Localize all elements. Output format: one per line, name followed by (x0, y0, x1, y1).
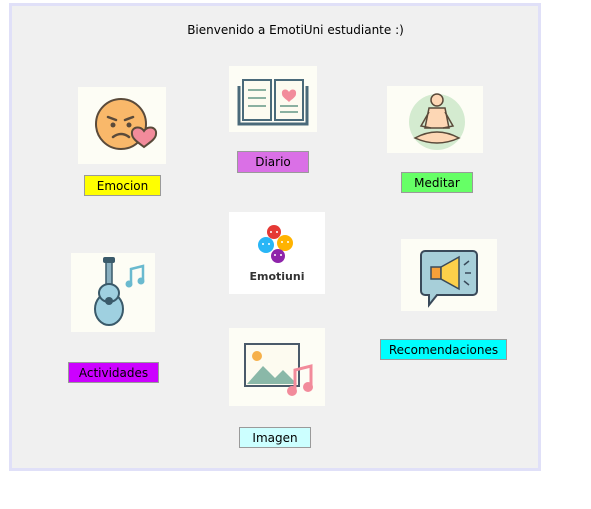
imagen-image (229, 328, 325, 406)
diario-image (229, 66, 317, 132)
meditar-button[interactable]: Meditar (401, 172, 473, 193)
megaphone-icon (420, 250, 478, 308)
guitar-music-note-icon (94, 257, 145, 326)
emocion-image (78, 87, 166, 164)
open-book-heart-icon (237, 79, 309, 126)
diario-button[interactable]: Diario (237, 151, 309, 173)
recomendaciones-image (401, 239, 497, 311)
emocion-button[interactable]: Emocion (84, 175, 161, 196)
actividades-image (71, 253, 155, 332)
recomendaciones-button[interactable]: Recomendaciones (380, 339, 507, 360)
imagen-button[interactable]: Imagen (239, 427, 311, 448)
meditation-person-icon (409, 93, 465, 150)
image-music-note-icon (244, 343, 313, 396)
logo-text: Emotiuni (249, 270, 305, 283)
actividades-button[interactable]: Actividades (68, 362, 159, 383)
emotiuni-logo: Emotiuni (229, 212, 325, 294)
meditar-image (387, 86, 483, 153)
sad-face-heart-icon (95, 98, 158, 150)
welcome-title: Bienvenido a EmotiUni estudiante :) (187, 23, 404, 37)
